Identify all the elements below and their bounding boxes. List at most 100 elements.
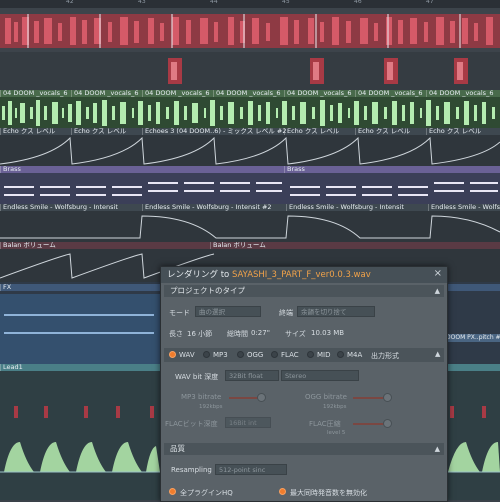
- section-project-type[interactable]: プロジェクトのタイプ ▲: [164, 285, 444, 297]
- clip-label: Echo クス レベル: [71, 128, 142, 135]
- disable-max-polyphony-checkbox[interactable]: [279, 488, 286, 495]
- automation-curve-endless: [0, 215, 500, 239]
- tail-select[interactable]: 余韻を切り捨て: [297, 306, 375, 317]
- total-time-value: 0:27": [251, 329, 270, 337]
- ogg-bitrate-label: OGG bitrate: [305, 393, 347, 401]
- clip-label: FX: [0, 284, 160, 291]
- playlist-track-vocal-chops[interactable]: [0, 8, 500, 52]
- ruler-bar: 44: [210, 0, 218, 5]
- timeline-ruler[interactable]: 42 43 44 45 46 47: [0, 0, 500, 8]
- clip-label: Echo クス レベル: [284, 128, 355, 135]
- lead-waveforms-right: [446, 406, 500, 473]
- fx-clip-body: [0, 294, 160, 364]
- total-time-label: 総時間: [227, 330, 248, 338]
- clip-label: Lead1: [0, 364, 160, 371]
- playlist-track-sparse-clips[interactable]: [0, 52, 500, 90]
- format-radio-wav[interactable]: [169, 351, 176, 358]
- ruler-bar: 42: [66, 0, 74, 5]
- fx-note: [4, 332, 154, 334]
- fx-note: [4, 314, 154, 316]
- clip-label: 04 DOOM _vocals_6: [71, 90, 142, 97]
- flac-compression-label: FLAC圧縮: [309, 420, 341, 428]
- dialog-title-bar[interactable]: レンダリング to SAYASHI_3_PART_F_ver0.0.3.wav: [161, 267, 447, 283]
- ruler-bar: 43: [138, 0, 146, 5]
- clip-label: Brass: [0, 166, 284, 173]
- render-dialog[interactable]: レンダリング to SAYASHI_3_PART_F_ver0.0.3.wav …: [160, 266, 448, 502]
- resampling-select[interactable]: 512-point sinc: [215, 464, 287, 475]
- size-value: 10.03 MB: [311, 329, 345, 337]
- format-option[interactable]: MID: [317, 351, 331, 359]
- playlist-track-echo-automation[interactable]: Echo クス レベル Echo クス レベル Echoes 3 (04 DOOM.…: [0, 128, 500, 166]
- clip-label: DOOM PX..pitch #2: [446, 334, 500, 342]
- ogg-bitrate-value: 192kbps: [323, 404, 347, 410]
- mode-label: モード: [169, 309, 190, 317]
- mp3-bitrate-label: MP3 bitrate: [181, 393, 222, 401]
- format-option[interactable]: MP3: [213, 351, 228, 359]
- flac-compression-value: level 5: [327, 430, 346, 436]
- lead-waveforms: [0, 406, 160, 473]
- clip-label: Echo クス レベル: [426, 128, 497, 135]
- format-option[interactable]: M4A: [347, 351, 362, 359]
- format-radio-m4a[interactable]: [337, 351, 344, 358]
- output-format-title: 出力形式: [371, 352, 399, 360]
- clip-label: 04 DOOM _vocals_6: [142, 90, 213, 97]
- format-radio-ogg[interactable]: [237, 351, 244, 358]
- wav-bit-label: WAV bit 深度: [175, 373, 219, 381]
- playlist-track-endless-automation[interactable]: Endless Smile - Wolfsburg - Intensit Endl…: [0, 204, 500, 242]
- length-label: 長さ: [169, 330, 183, 338]
- clip-label: Brass: [284, 166, 500, 173]
- clip-label: Endless Smile - Wolfsburg - Intensit: [0, 204, 142, 211]
- section-title: プロジェクトのタイプ: [170, 286, 245, 295]
- waveform-green: [2, 100, 495, 126]
- wav-bit-select[interactable]: 32Bit float: [225, 370, 279, 381]
- format-radio-mid[interactable]: [307, 351, 314, 358]
- format-option[interactable]: FLAC: [281, 351, 299, 359]
- dialog-title: レンダリング to: [167, 270, 232, 280]
- automation-curve-echo: [0, 136, 500, 165]
- flac-bit-label: FLACビット深度: [165, 420, 218, 428]
- mp3-bitrate-value: 192kbps: [199, 404, 223, 410]
- channels-select[interactable]: Stereo: [281, 370, 359, 381]
- all-plugins-hq-checkbox[interactable]: [169, 488, 176, 495]
- clip-label: 04 DOOM _vocals_6: [284, 90, 355, 97]
- clip-label: 04 DOOM _vocals_6: [426, 90, 497, 97]
- length-value: 16 小節: [187, 330, 213, 338]
- flac-compression-knob[interactable]: [383, 419, 392, 428]
- waveform-red-clips: [0, 14, 500, 48]
- chevron-up-icon[interactable]: ▲: [435, 285, 440, 297]
- flac-bit-select[interactable]: 16Bit int: [225, 417, 271, 428]
- brass-notes: [4, 182, 498, 196]
- playlist-track-brass[interactable]: Brass Brass: [0, 166, 500, 204]
- tail-label: 終端: [279, 309, 293, 317]
- format-radio-flac[interactable]: [271, 351, 278, 358]
- clip-label: Echo クス レベル: [355, 128, 426, 135]
- clip-label: Endless Smile - Wolfsburg - Intensit: [286, 204, 428, 211]
- ruler-bar: 47: [426, 0, 434, 5]
- ruler-bar: 46: [354, 0, 362, 5]
- clip-label: Balan ボリューム: [210, 242, 410, 249]
- clip-label: Endless Smile - Wolfsburg - Intensit #2: [142, 204, 286, 211]
- all-plugins-hq-label[interactable]: 全プラグインHQ: [180, 488, 233, 498]
- clip-label: Balan ボリューム: [0, 242, 210, 249]
- clip-label: Endless Smile - Wolfsburg - Intensit: [428, 204, 500, 211]
- mode-select[interactable]: 曲の選択: [195, 306, 261, 317]
- clip-label: 04 DOOM _vocals_6: [355, 90, 426, 97]
- clip-label: 04 DOOM _vocals_6: [213, 90, 284, 97]
- clip-label: Echo クス レベル: [0, 128, 71, 135]
- mp3-bitrate-knob[interactable]: [257, 393, 266, 402]
- ogg-bitrate-knob[interactable]: [383, 393, 392, 402]
- section-title: 品質: [170, 444, 185, 453]
- chevron-up-icon[interactable]: ▲: [435, 443, 440, 455]
- format-option[interactable]: OGG: [247, 351, 263, 359]
- format-radio-mp3[interactable]: [203, 351, 210, 358]
- disable-max-polyphony-label[interactable]: 最大同時発音数を無効化: [290, 488, 367, 498]
- chevron-up-icon[interactable]: ▲: [435, 350, 440, 358]
- render-filename[interactable]: SAYASHI_3_PART_F_ver0.0.3.wav: [232, 270, 371, 280]
- sparse-clip-shapes: [168, 58, 468, 84]
- ruler-bar: 45: [282, 0, 290, 5]
- clip-label: 04 DOOM _vocals_6: [0, 90, 71, 97]
- format-option[interactable]: WAV: [179, 351, 195, 359]
- close-icon[interactable]: ×: [434, 268, 442, 279]
- section-quality[interactable]: 品質 ▲: [164, 443, 444, 455]
- playlist-track-doom-vocals[interactable]: 04 DOOM _vocals_6 04 DOOM _vocals_6 04 DOO…: [0, 90, 500, 128]
